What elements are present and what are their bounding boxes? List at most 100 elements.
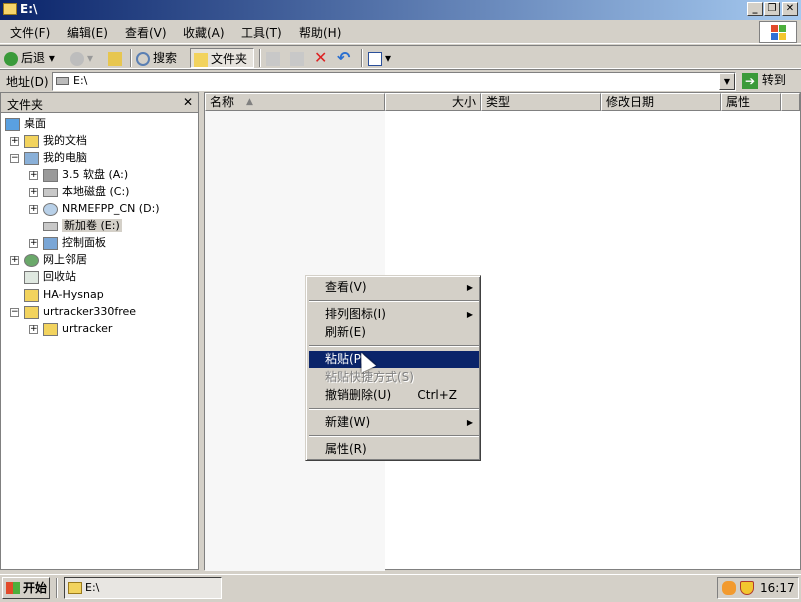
up-folder-button[interactable] [108, 48, 125, 68]
column-header-modified[interactable]: 修改日期 [601, 93, 721, 111]
expand-icon[interactable]: + [10, 256, 19, 265]
tree-item-my-documents[interactable]: 我的文档 [24, 132, 87, 149]
menu-item-view[interactable]: 查看(V) ▶ [309, 279, 479, 296]
address-dropdown-button[interactable]: ▼ [719, 73, 735, 90]
column-header-type[interactable]: 类型 [481, 93, 601, 111]
menu-file[interactable]: 文件(F) [10, 24, 50, 41]
taskbar-window-button[interactable]: E:\ [64, 577, 222, 599]
shortcut-label: Ctrl+Z [417, 388, 457, 402]
go-arrow-icon: ➔ [742, 72, 758, 89]
folder-pane-header: 文件夹 ✕ [1, 93, 198, 113]
up-folder-icon [108, 51, 122, 66]
file-list-pane[interactable]: 名称 ▲ 大小 类型 修改日期 属性 [204, 92, 801, 571]
folder-icon [194, 52, 208, 67]
search-button[interactable]: 搜索 [136, 48, 177, 68]
toolbar-separator [259, 49, 261, 67]
title-bar[interactable]: E:\ _ ❐ ✕ [0, 0, 801, 20]
address-bar: 地址(D) E:\ ▼ ➔ 转到 [0, 69, 801, 91]
floppy-icon [43, 168, 58, 182]
menu-item-paste[interactable]: 粘贴(P) [309, 351, 479, 368]
tree-item-urtracker[interactable]: urtracker [43, 320, 112, 337]
copy-to-button[interactable] [290, 48, 307, 68]
menu-favorites[interactable]: 收藏(A) [183, 24, 225, 41]
folder-icon [24, 288, 39, 302]
tree-item-local-disk-c[interactable]: 本地磁盘 (C:) [43, 183, 129, 200]
tree-item-new-volume-e[interactable]: 新加卷 (E:) [43, 217, 122, 234]
submenu-arrow-icon: ▶ [466, 310, 473, 319]
menu-view[interactable]: 查看(V) [125, 24, 167, 41]
collapse-icon[interactable]: − [10, 154, 19, 163]
toolbar-separator [361, 49, 363, 67]
minimize-button[interactable]: _ [747, 2, 763, 16]
folders-button[interactable]: 文件夹 [190, 48, 254, 68]
delete-button[interactable]: ✕ [314, 48, 327, 68]
column-header-size[interactable]: 大小 [385, 93, 481, 111]
expand-icon[interactable]: + [29, 171, 38, 180]
move-to-button[interactable] [266, 48, 283, 68]
address-label: 地址(D) [6, 75, 49, 89]
go-button[interactable]: ➔ 转到 [742, 71, 786, 90]
folder-pane-title: 文件夹 [7, 98, 44, 112]
views-button[interactable]: ▾ [368, 48, 391, 68]
menu-item-new[interactable]: 新建(W) ▶ [309, 414, 479, 431]
start-button[interactable]: 开始 [2, 577, 50, 599]
tree-item-my-computer[interactable]: 我的电脑 [24, 149, 87, 166]
views-icon [368, 51, 382, 66]
menu-edit[interactable]: 编辑(E) [67, 24, 108, 41]
undo-icon: ↶ [337, 48, 351, 67]
clock[interactable]: 16:17 [760, 578, 795, 598]
submenu-arrow-icon: ▶ [466, 283, 473, 292]
menu-item-arrange-icons[interactable]: 排列图标(I) ▶ [309, 306, 479, 323]
menu-item-paste-shortcut[interactable]: 粘贴快捷方式(S) [309, 369, 479, 386]
tree-item-urtracker330free[interactable]: urtracker330free [24, 303, 136, 320]
restore-button[interactable]: ❐ [764, 2, 780, 16]
window-title: E:\ [20, 2, 38, 16]
tree-item-ha-hysnap[interactable]: HA-Hysnap [24, 286, 104, 303]
folder-tree-pane: 文件夹 ✕ 桌面 + 我的文档 − 我的电脑 + 3.5 软盘 (A:) + 本… [0, 92, 199, 570]
tree-item-control-panel[interactable]: 控制面板 [43, 234, 106, 251]
menu-item-properties[interactable]: 属性(R) [309, 441, 479, 458]
forward-button[interactable]: ▾ [70, 48, 93, 68]
documents-icon [24, 134, 39, 148]
menu-separator [309, 300, 479, 302]
undo-button[interactable]: ↶ [337, 48, 350, 68]
computer-icon [24, 151, 39, 165]
expand-icon[interactable]: + [29, 325, 38, 334]
copy-to-icon [290, 51, 304, 66]
menu-separator [309, 345, 479, 347]
drive-icon [43, 187, 58, 197]
expand-icon[interactable]: + [29, 188, 38, 197]
security-shield-icon[interactable] [740, 581, 754, 595]
back-button[interactable]: 后退 ▾ [4, 48, 55, 68]
taskbar: 开始 E:\ 16:17 [0, 574, 801, 602]
context-menu: 查看(V) ▶ 排列图标(I) ▶ 刷新(E) 粘贴(P) 粘贴快捷方式(S) 撤销… [305, 275, 481, 461]
menu-item-refresh[interactable]: 刷新(E) [309, 324, 479, 341]
back-arrow-icon [4, 51, 18, 66]
address-input[interactable]: E:\ ▼ [52, 72, 736, 91]
windows-logo-icon [759, 21, 797, 43]
tree-item-desktop[interactable]: 桌面 [5, 115, 46, 132]
windows-logo-icon [6, 582, 20, 594]
tree-item-network[interactable]: 网上邻居 [24, 251, 87, 268]
search-icon [136, 51, 150, 66]
move-to-icon [266, 51, 280, 66]
drive-icon [56, 77, 69, 85]
tree-item-recycle-bin[interactable]: 回收站 [24, 268, 76, 285]
close-button[interactable]: ✕ [782, 2, 798, 16]
menu-tools[interactable]: 工具(T) [241, 24, 282, 41]
column-header-attributes[interactable]: 属性 [721, 93, 781, 111]
system-tray: 16:17 [717, 577, 799, 599]
expand-icon[interactable]: + [29, 239, 38, 248]
menu-help[interactable]: 帮助(H) [299, 24, 341, 41]
expand-icon[interactable]: + [10, 137, 19, 146]
menu-bar: 文件(F) 编辑(E) 查看(V) 收藏(A) 工具(T) 帮助(H) [0, 20, 801, 44]
tray-app-icon[interactable] [722, 581, 736, 595]
menu-item-undo-delete[interactable]: 撤销删除(U) Ctrl+Z [309, 387, 479, 404]
tree-item-floppy[interactable]: 3.5 软盘 (A:) [43, 166, 128, 183]
expand-icon[interactable]: + [29, 205, 38, 214]
column-header-name[interactable]: 名称 ▲ [205, 93, 385, 111]
close-pane-icon[interactable]: ✕ [183, 95, 193, 109]
tree-item-cd-d[interactable]: NRMEFPP_CN (D:) [43, 200, 160, 217]
collapse-icon[interactable]: − [10, 308, 19, 317]
desktop-icon [5, 117, 20, 131]
